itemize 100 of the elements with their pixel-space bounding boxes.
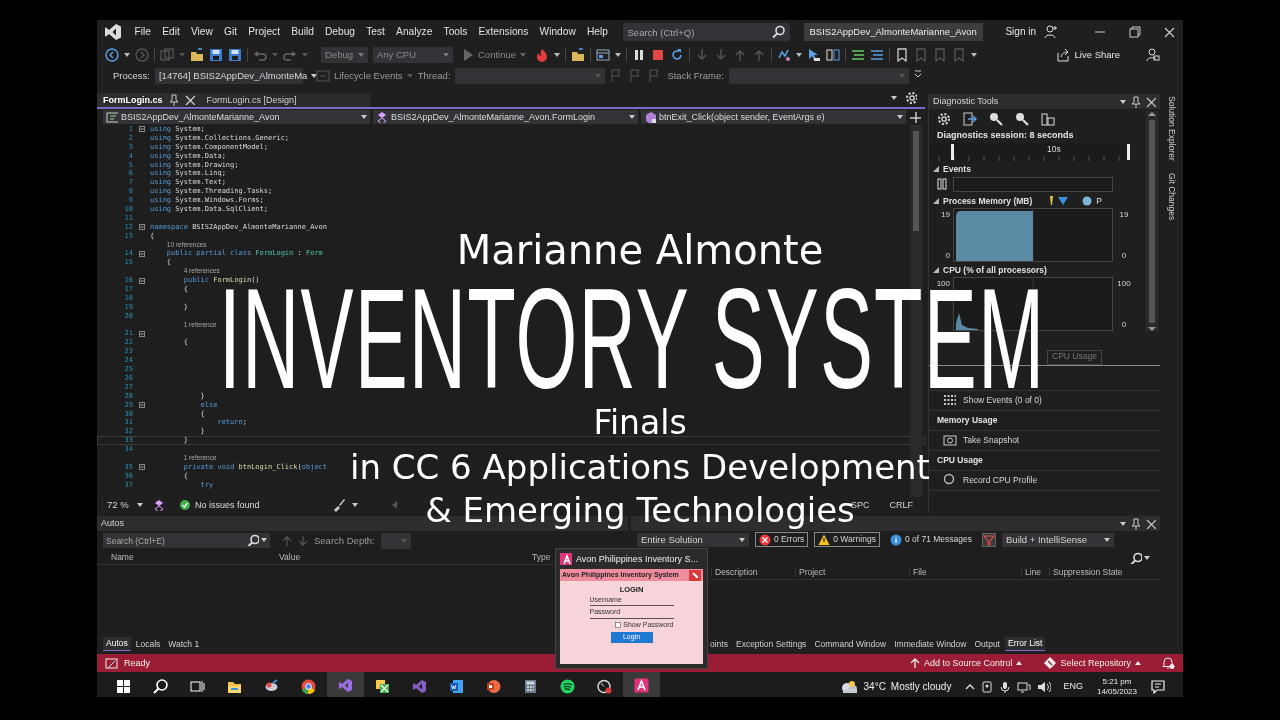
- collapse-icon[interactable]: [138, 464, 145, 471]
- split-icon[interactable]: [909, 111, 921, 123]
- indent-icon[interactable]: [851, 48, 866, 62]
- restart-icon[interactable]: [670, 48, 685, 62]
- microphone-icon[interactable]: [999, 680, 1012, 693]
- menu-item[interactable]: Project: [242, 25, 286, 39]
- cursor-icon[interactable]: [807, 48, 822, 62]
- flame-icon[interactable]: [535, 48, 550, 62]
- weather-widget[interactable]: 34°C Mostly cloudy: [838, 679, 952, 694]
- column-header[interactable]: Name: [111, 551, 134, 562]
- collapse-icon[interactable]: [138, 224, 145, 231]
- search-icon[interactable]: [1130, 551, 1142, 564]
- panel-tab[interactable]: oints: [707, 637, 731, 651]
- export-icon[interactable]: [963, 112, 977, 126]
- menu-item[interactable]: Analyze: [390, 25, 438, 39]
- expand-icon[interactable]: [933, 266, 939, 273]
- columns-icon[interactable]: [826, 48, 841, 62]
- action-link[interactable]: Record CPU Profile: [963, 475, 1038, 486]
- filter-toggle[interactable]: 0 of 71 Messages: [885, 532, 977, 547]
- source-control-button[interactable]: Add to Source Control: [909, 657, 1023, 669]
- menu-item[interactable]: Help: [581, 25, 614, 39]
- open-folder-icon[interactable]: [190, 48, 204, 62]
- scroll-up-icon[interactable]: [1148, 111, 1156, 117]
- filter-icon[interactable]: [982, 532, 997, 547]
- line-ending[interactable]: CRLF: [889, 499, 913, 511]
- bookmark-icon[interactable]: [895, 48, 910, 62]
- expand-icon[interactable]: [933, 165, 939, 172]
- build-filter-dropdown[interactable]: Build + IntelliSense: [1002, 532, 1115, 547]
- column-header[interactable]: Value: [279, 551, 301, 562]
- column-header[interactable]: Type: [532, 551, 551, 562]
- undo-icon[interactable]: [253, 48, 267, 62]
- back-icon[interactable]: [105, 48, 119, 62]
- editor-tab[interactable]: FormLogin.cs: [97, 93, 201, 107]
- hot-reload-icon[interactable]: [777, 48, 792, 62]
- menu-item[interactable]: File: [129, 25, 157, 39]
- collapse-icon[interactable]: [138, 330, 145, 337]
- live-share-button[interactable]: Live Share: [1055, 48, 1120, 62]
- editor-tab[interactable]: FormLogin.cs [Design]: [200, 93, 371, 107]
- assistant-icon[interactable]: [153, 499, 165, 511]
- side-tab[interactable]: Git Changes: [1166, 172, 1177, 220]
- action-link[interactable]: Show Events (0 of 0): [963, 395, 1042, 406]
- menu-item[interactable]: Test: [360, 25, 391, 39]
- pin-icon[interactable]: [1130, 95, 1142, 108]
- column-header[interactable]: Project: [799, 566, 826, 577]
- account-icon[interactable]: [1044, 25, 1058, 39]
- search-field[interactable]: Search (Ctrl+Q): [622, 23, 790, 41]
- collapse-icon[interactable]: [138, 250, 145, 257]
- pin-icon[interactable]: [167, 94, 180, 106]
- menu-item[interactable]: Window: [533, 25, 582, 39]
- network-icon[interactable]: [1017, 680, 1032, 693]
- panel-tab[interactable]: Locals: [132, 637, 164, 651]
- navigation-dropdown[interactable]: btnExit_Click(object sender, EventArgs e): [641, 110, 906, 124]
- panel-tab[interactable]: Exception Settings: [732, 637, 810, 651]
- lifecycle-events-button[interactable]: Lifecycle Events: [315, 68, 413, 83]
- settings-icon[interactable]: [937, 112, 951, 126]
- continue-button[interactable]: Continue: [458, 47, 531, 63]
- restore-icon[interactable]: [1129, 26, 1141, 38]
- pin-icon[interactable]: [1130, 517, 1142, 530]
- save-all-icon[interactable]: [228, 48, 242, 62]
- settings-icon[interactable]: [905, 91, 917, 105]
- meet-icon[interactable]: [981, 680, 994, 693]
- zoom-out-icon[interactable]: [1015, 112, 1029, 126]
- collapse-icon[interactable]: [138, 277, 145, 284]
- outdent-icon[interactable]: [870, 48, 885, 62]
- navigation-dropdown[interactable]: BSIS2AppDev_AlmonteMarianne_Avon: [103, 110, 370, 124]
- search-field[interactable]: Search (Ctrl+E): [103, 533, 270, 548]
- save-icon[interactable]: [209, 48, 223, 62]
- filter-icon[interactable]: [1041, 112, 1055, 126]
- scrollbar-thumb[interactable]: [913, 131, 919, 231]
- column-header[interactable]: Description: [715, 566, 758, 577]
- diagnostics-tab[interactable]: CPU Usage: [1047, 349, 1102, 365]
- close-icon[interactable]: [1146, 96, 1156, 107]
- clock[interactable]: 5:21 pm 14/05/2023: [1096, 677, 1137, 696]
- menu-item[interactable]: Edit: [156, 25, 186, 39]
- taskbar-button[interactable]: [623, 672, 660, 697]
- close-icon[interactable]: [1146, 518, 1156, 529]
- panel-tab[interactable]: Watch 1: [165, 637, 203, 651]
- scroll-down-icon[interactable]: [1148, 325, 1156, 332]
- issues-indicator[interactable]: No issues found: [179, 499, 260, 511]
- scrollbar[interactable]: [1146, 111, 1158, 332]
- panel-tab[interactable]: Output: [971, 637, 1003, 651]
- navigation-dropdown[interactable]: BSIS2AppDev_AlmonteMarianne_Avon.FormLogin: [373, 110, 638, 124]
- collapse-icon[interactable]: [138, 402, 145, 409]
- filter-toggle[interactable]: 0 Errors: [755, 532, 809, 547]
- folder-icon[interactable]: [571, 48, 586, 62]
- panel-tab[interactable]: Immediate Window: [891, 637, 970, 651]
- language-indicator[interactable]: ENG: [1063, 681, 1083, 692]
- action-link[interactable]: Take Snapshot: [963, 435, 1020, 446]
- menu-item[interactable]: Debug: [319, 25, 361, 39]
- panel-tab[interactable]: Autos: [103, 637, 131, 651]
- column-header[interactable]: Line: [1025, 566, 1042, 577]
- redo-icon[interactable]: [283, 48, 297, 62]
- menu-item[interactable]: Extensions: [472, 25, 534, 39]
- sign-in-link[interactable]: Sign in: [1005, 26, 1036, 38]
- expand-icon[interactable]: [933, 197, 939, 204]
- notification-center-icon[interactable]: [1151, 679, 1165, 694]
- menu-item[interactable]: Build: [285, 25, 320, 39]
- speaker-icon[interactable]: [1037, 679, 1052, 694]
- notifications-icon[interactable]: [1161, 656, 1175, 670]
- column-header[interactable]: File: [913, 566, 927, 577]
